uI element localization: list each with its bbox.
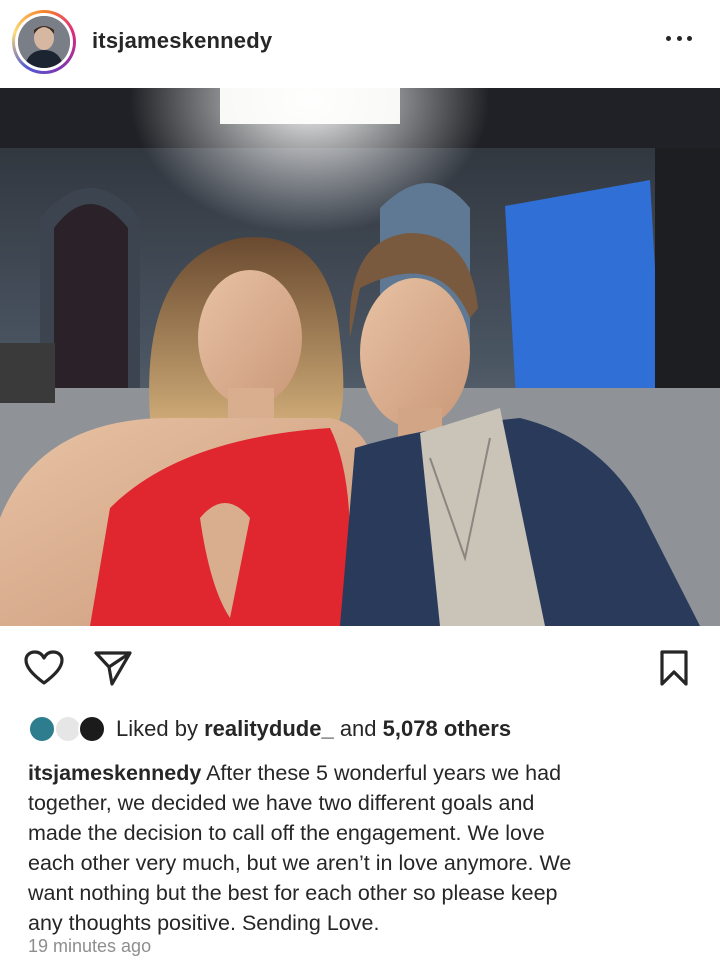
- caption-line: together, we decided we have two differe…: [28, 791, 535, 815]
- post-header: itsjameskennedy: [0, 0, 720, 86]
- liker-avatar: [78, 715, 106, 743]
- avatar-image: [18, 16, 70, 68]
- caption-line: any thoughts positive. Sending Love.: [28, 911, 380, 935]
- avatar[interactable]: [18, 16, 70, 68]
- post-timestamp[interactable]: 19 minutes ago: [28, 936, 151, 957]
- likes-text: Liked by realitydude_ and 5,078 others: [116, 716, 511, 742]
- story-ring[interactable]: [12, 10, 76, 74]
- likes-prefix: Liked by: [116, 716, 198, 741]
- likes-connector: and: [339, 716, 377, 741]
- bookmark-icon[interactable]: [660, 650, 688, 691]
- liker-avatars: [28, 713, 110, 745]
- post-photo[interactable]: [0, 88, 720, 626]
- heart-icon[interactable]: [24, 650, 64, 691]
- likes-others-count[interactable]: 5,078 others: [383, 716, 511, 741]
- post-caption: itsjameskennedy After these 5 wonderful …: [28, 758, 698, 938]
- post-username[interactable]: itsjameskennedy: [92, 28, 272, 54]
- caption-line: itsjameskennedy After these 5 wonderful …: [28, 761, 562, 785]
- caption-username[interactable]: itsjameskennedy: [28, 761, 201, 785]
- likes-row[interactable]: Liked by realitydude_ and 5,078 others: [28, 712, 511, 746]
- post-actions: [0, 636, 720, 696]
- liked-by-user[interactable]: realitydude_: [204, 716, 334, 741]
- liker-avatar: [28, 715, 56, 743]
- caption-line: made the decision to call off the engage…: [28, 821, 545, 845]
- more-options-icon[interactable]: [666, 26, 692, 50]
- caption-line: each other very much, but we aren’t in l…: [28, 851, 572, 875]
- instagram-post: itsjameskennedy Liked by realitydude_ an…: [0, 0, 720, 977]
- caption-line: want nothing but the best for each other…: [28, 881, 558, 905]
- send-icon[interactable]: [94, 650, 132, 691]
- photo-image: [0, 88, 720, 626]
